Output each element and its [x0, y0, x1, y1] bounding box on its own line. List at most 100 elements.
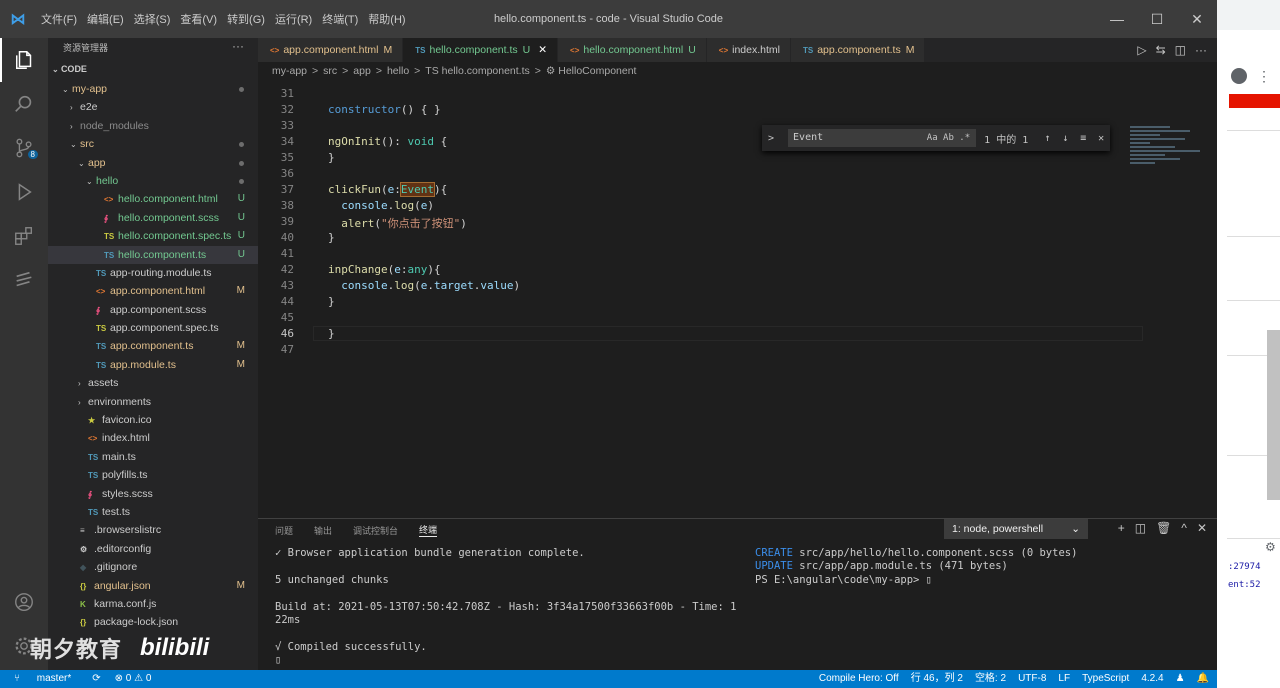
tab-problems[interactable]: 问题 [275, 524, 293, 537]
tree-item[interactable]: TS hello.component.spec.ts U [48, 227, 258, 245]
minimap[interactable] [1130, 124, 1208, 184]
extensions-icon[interactable] [0, 214, 48, 258]
source-control-icon[interactable]: 8 [0, 126, 48, 170]
account-icon[interactable] [0, 580, 48, 624]
breadcrumb-item[interactable]: ⚙ HelloComponent [546, 65, 637, 77]
tab-index-html[interactable]: <> index.html [706, 38, 791, 62]
search-icon[interactable] [0, 82, 48, 126]
menu-item[interactable]: 转到(G) [222, 11, 270, 27]
tree-item[interactable]: <> app.component.html M [48, 282, 258, 300]
close-window-button[interactable]: ✕ [1177, 0, 1217, 38]
indentation[interactable]: 空格: 2 [975, 670, 1006, 688]
explorer-more-actions-icon[interactable]: ··· [232, 38, 244, 56]
language-mode[interactable]: TypeScript [1082, 670, 1129, 688]
maximize-panel-icon[interactable]: ^ [1181, 521, 1187, 535]
breadcrumb-item[interactable]: app [353, 65, 371, 77]
terminal-right[interactable]: CREATE src/app/hello/hello.component.scs… [755, 547, 1077, 587]
tab-hello-component-html[interactable]: <> hello.component.html U [558, 38, 707, 62]
tab-output[interactable]: 输出 [314, 524, 332, 537]
tree-item[interactable]: ⚙ .editorconfig [48, 540, 258, 558]
menu-item[interactable]: 运行(R) [270, 11, 317, 27]
close-tab-icon[interactable]: ✕ [538, 44, 547, 56]
tree-item[interactable]: › assets [48, 374, 258, 392]
cursor-position[interactable]: 行 46，列 2 [911, 670, 963, 688]
find-toggle-replace-icon[interactable]: > [768, 133, 774, 144]
tree-item[interactable]: TS app.module.ts M [48, 356, 258, 374]
tree-item[interactable]: ◆ .gitignore [48, 558, 258, 576]
remote-explorer-icon[interactable] [0, 258, 48, 302]
tree-item[interactable]: › environments [48, 393, 258, 411]
menu-item[interactable]: 查看(V) [175, 11, 222, 27]
tree-item[interactable]: TS polyfills.ts [48, 466, 258, 484]
console-link[interactable]: :27974 [1228, 562, 1261, 572]
tab-hello-component-ts[interactable]: TS hello.component.ts U ✕ [403, 38, 559, 62]
typescript-version[interactable]: 4.2.4 [1141, 670, 1163, 688]
breadcrumb-item[interactable]: TS hello.component.ts [425, 65, 529, 77]
minimize-button[interactable]: — [1097, 0, 1137, 38]
find-options[interactable]: Aa Ab .* [927, 129, 970, 147]
encoding[interactable]: UTF-8 [1018, 670, 1046, 688]
tab-app-component-html[interactable]: <> app.component.html M [258, 38, 404, 62]
tree-item[interactable]: ⌄ hello [48, 172, 258, 190]
explorer-icon[interactable] [0, 38, 48, 82]
kill-terminal-icon[interactable]: 🗑 [1156, 521, 1171, 535]
profile-avatar-icon[interactable] [1231, 68, 1247, 84]
tree-item[interactable]: ⌄ app [48, 154, 258, 172]
line-ending[interactable]: LF [1058, 670, 1070, 688]
previous-match-icon[interactable]: ↑ [1039, 133, 1057, 144]
terminal-select[interactable]: 1: node, powershell ⌄ [944, 519, 1088, 539]
tree-item[interactable]: {} package-lock.json [48, 613, 258, 631]
tab-debug-console[interactable]: 调试控制台 [353, 524, 398, 537]
tree-item[interactable]: TS test.ts [48, 503, 258, 521]
terminal-left[interactable]: ✓ Browser application bundle generation … [275, 547, 736, 668]
tree-item[interactable]: TS hello.component.ts U [48, 245, 258, 264]
workspace-section[interactable]: ⌄ CODE [48, 58, 258, 80]
close-panel-icon[interactable]: ✕ [1197, 521, 1207, 535]
find-input[interactable]: Event Aa Ab .* [788, 129, 977, 147]
branch-indicator[interactable]: ⑂ master* [0, 670, 85, 688]
compile-hero-status[interactable]: Compile Hero: Off [819, 670, 899, 688]
tree-item[interactable]: ⌄ src [48, 135, 258, 153]
browser-menu-icon[interactable]: ⋮ [1257, 68, 1271, 85]
tree-item[interactable]: TS app.component.ts M [48, 337, 258, 355]
tab-app-component-ts[interactable]: TS app.component.ts M [790, 38, 926, 62]
tree-item[interactable]: ∮ styles.scss [48, 485, 258, 503]
close-find-icon[interactable]: ✕ [1092, 133, 1110, 144]
menu-item[interactable]: 文件(F) [36, 11, 82, 27]
notifications-icon[interactable]: 🔔 [1197, 670, 1209, 688]
feedback-icon[interactable]: ♟ [1176, 670, 1185, 688]
console-link[interactable]: ent:52 [1228, 580, 1261, 590]
tree-item[interactable]: Kkarma.conf.js [48, 595, 258, 613]
split-terminal-icon[interactable]: ◫ [1135, 521, 1146, 535]
tree-item[interactable]: ★ favicon.ico [48, 411, 258, 429]
run-debug-icon[interactable] [0, 170, 48, 214]
tree-item[interactable]: {} angular.json M [48, 577, 258, 595]
tree-item[interactable]: ∮ app.component.scss [48, 301, 258, 319]
run-icon[interactable]: ▷ [1137, 43, 1146, 57]
tree-item[interactable]: › node_modules [48, 117, 258, 135]
new-terminal-icon[interactable]: + [1118, 521, 1125, 535]
tree-item[interactable]: TS app-routing.module.ts [48, 264, 258, 282]
breadcrumb-item[interactable]: src [323, 65, 337, 77]
find-in-selection-icon[interactable]: ≡ [1074, 133, 1092, 144]
tree-item[interactable]: <> hello.component.html U [48, 190, 258, 208]
tree-item[interactable]: ⌄ my-app [48, 80, 258, 98]
tree-item[interactable]: <> index.html [48, 429, 258, 447]
tree-item[interactable]: ∮ hello.component.scss U [48, 209, 258, 227]
split-editor-icon[interactable]: ◫ [1175, 43, 1186, 57]
problems-indicator[interactable]: ⊗ 0 ⚠ 0 [108, 670, 159, 688]
tree-item[interactable]: ≡ .browserslistrc [48, 521, 258, 539]
sync-icon[interactable]: ⟳ [85, 670, 107, 688]
maximize-button[interactable]: ☐ [1137, 0, 1177, 38]
tree-item[interactable]: TS main.ts [48, 448, 258, 466]
next-match-icon[interactable]: ↓ [1056, 133, 1074, 144]
browser-scrollbar[interactable] [1267, 330, 1280, 500]
tree-item[interactable]: TS app.component.spec.ts [48, 319, 258, 337]
tree-item[interactable]: › e2e [48, 98, 258, 116]
tab-terminal[interactable]: 终端 [419, 523, 438, 537]
gear-icon[interactable]: ⚙ [1265, 540, 1276, 554]
menu-item[interactable]: 编辑(E) [82, 11, 129, 27]
menu-item[interactable]: 帮助(H) [363, 11, 410, 27]
breadcrumb-item[interactable]: hello [387, 65, 409, 77]
menu-item[interactable]: 终端(T) [317, 11, 363, 27]
